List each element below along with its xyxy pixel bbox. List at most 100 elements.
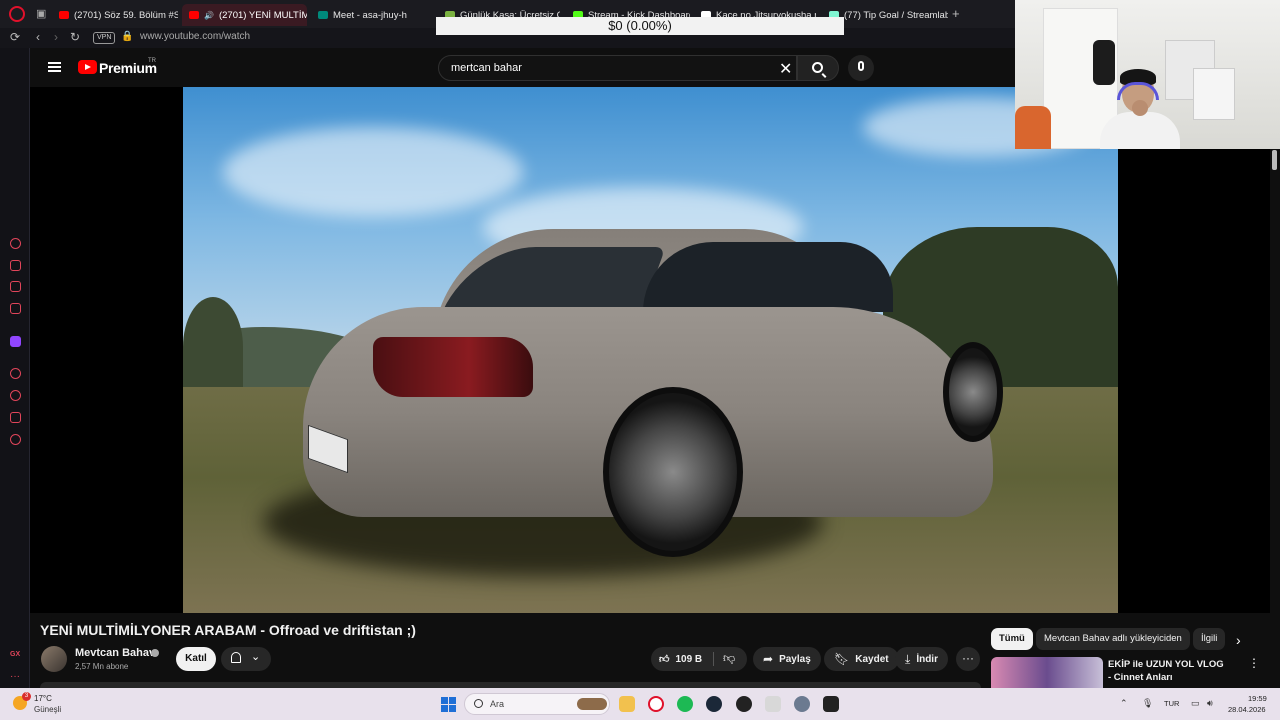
chevron-right-icon[interactable]: › xyxy=(1236,632,1241,648)
download-icon: ⤓ xyxy=(905,651,911,666)
recommendation-menu-icon[interactable]: ⋮ xyxy=(1248,656,1260,670)
bag-icon[interactable] xyxy=(10,260,21,271)
avatar[interactable] xyxy=(41,646,67,672)
clock-date[interactable]: 28.04.2026 xyxy=(1228,705,1266,714)
chip-related[interactable]: İlgili xyxy=(1193,628,1225,650)
display-icon[interactable]: ▭ xyxy=(1191,698,1200,709)
extensions-icon[interactable] xyxy=(10,412,21,423)
save-button[interactable]: 🔖︎ Kaydet xyxy=(824,647,899,671)
start-tile xyxy=(441,697,448,704)
new-tab-icon[interactable]: + xyxy=(952,6,960,21)
video-cloud xyxy=(223,127,523,217)
language-indicator[interactable]: TUR xyxy=(1164,699,1179,708)
region-code: TR xyxy=(148,58,156,64)
page-scrollbar[interactable] xyxy=(1272,150,1277,170)
download-button[interactable]: ⤓ İndir xyxy=(895,647,948,671)
tab-label: (2701) Söz 59. Bölüm #Sar xyxy=(74,9,178,21)
clock-time[interactable]: 19:59 xyxy=(1248,694,1267,703)
taskbar-search[interactable]: Ara xyxy=(464,693,610,715)
start-tile xyxy=(449,705,456,712)
settings-icon[interactable] xyxy=(10,434,21,445)
like-dislike-group: 👍︎ 109 B 👎︎ xyxy=(651,647,747,671)
weather-condition[interactable]: Güneşli xyxy=(34,705,61,714)
recommendation-thumbnail[interactable] xyxy=(991,657,1103,688)
clear-search-icon[interactable]: ✕ xyxy=(779,59,792,79)
tab-meet[interactable]: Meet - asa-jhuy-h xyxy=(311,4,433,26)
opera-sidebar: GX ··· xyxy=(0,48,30,688)
history-icon[interactable] xyxy=(10,390,21,401)
recommendation-title[interactable]: EKİP ile UZUN YOL VLOG - Cinnet Anları xyxy=(1108,658,1226,684)
more-actions-button[interactable]: ··· xyxy=(956,647,980,671)
snipping-tool-icon[interactable] xyxy=(765,696,781,712)
speed-dial-icon[interactable] xyxy=(10,238,21,249)
search-button[interactable] xyxy=(797,55,839,81)
file-explorer-icon[interactable] xyxy=(619,696,635,712)
tab-active-video[interactable]: 🔊 (2701) YENİ MULTİMİ xyxy=(182,4,307,26)
tab-islands-icon[interactable]: ▣ xyxy=(36,7,50,21)
menu-icon[interactable] xyxy=(48,62,61,72)
search-query[interactable]: mertcan bahar xyxy=(451,62,522,74)
tray-chevron-up-icon[interactable]: ⌃ xyxy=(1120,698,1128,709)
url-field[interactable]: www.youtube.com/watch xyxy=(140,31,250,42)
microphone-icon xyxy=(858,61,864,71)
sidebar-more-icon[interactable]: ··· xyxy=(10,671,20,682)
car-front-wheel xyxy=(943,342,1003,442)
bell-icon xyxy=(231,652,241,663)
voice-search-button[interactable] xyxy=(848,55,874,81)
chip-uploader[interactable]: Mevtcan Bahav adlı yükleyiciden xyxy=(1036,628,1190,650)
dislike-button[interactable]: 👎︎ xyxy=(723,651,735,666)
search-icon xyxy=(474,699,483,708)
windows-start-icon[interactable] xyxy=(441,697,456,712)
youtube-favicon-icon xyxy=(59,11,69,19)
lock-icon[interactable]: 🔒 xyxy=(121,31,133,42)
join-button[interactable]: Katıl xyxy=(176,647,216,671)
volume-icon[interactable]: 🔊︎ xyxy=(1207,698,1213,709)
share-button[interactable]: ➦ Paylaş xyxy=(753,647,821,671)
chip-all[interactable]: Tümü xyxy=(991,628,1033,650)
vpn-badge[interactable]: VPN xyxy=(93,32,116,44)
back-icon[interactable]: ‹ xyxy=(36,30,40,44)
video-player[interactable] xyxy=(30,87,1270,613)
sync-icon[interactable]: ⟳ xyxy=(10,30,20,44)
epic-games-icon[interactable] xyxy=(823,696,839,712)
webcam-cabinet xyxy=(1193,68,1235,120)
twitch-icon[interactable] xyxy=(10,336,21,347)
tab-label: Meet - asa-jhuy-h xyxy=(333,9,407,21)
share-icon: ➦ xyxy=(763,652,774,666)
temperature[interactable]: 17°C xyxy=(34,694,52,703)
gx-control-label[interactable]: GX xyxy=(10,651,20,658)
settings-gear-icon[interactable] xyxy=(794,696,810,712)
youtube-logo-icon[interactable] xyxy=(78,60,97,74)
webcam-overlay xyxy=(1015,0,1280,149)
tab-label: (77) Tip Goal / Streamlabs xyxy=(844,9,948,21)
search-input[interactable]: mertcan bahar ✕ xyxy=(438,55,797,81)
spotify-icon[interactable] xyxy=(677,696,693,712)
player-icon[interactable] xyxy=(10,368,21,379)
opera-logo-icon[interactable] xyxy=(9,6,25,22)
microphone-tray-icon[interactable]: 🎙︎ xyxy=(1142,698,1153,709)
like-button[interactable]: 👍︎ 109 B xyxy=(659,647,702,671)
meet-favicon-icon xyxy=(318,11,328,19)
messenger-icon[interactable] xyxy=(10,303,21,314)
audio-playing-icon: 🔊 xyxy=(204,10,214,20)
forward-icon[interactable]: › xyxy=(54,30,58,44)
video-trees xyxy=(183,297,243,397)
news-icon[interactable] xyxy=(10,281,21,292)
webcam-hand xyxy=(1132,100,1148,116)
steam-icon[interactable] xyxy=(706,696,722,712)
webcam-chair xyxy=(1015,106,1051,149)
webcam-person xyxy=(1100,69,1180,149)
video-frame[interactable] xyxy=(183,87,1118,613)
reload-icon[interactable]: ↻ xyxy=(70,30,80,44)
opera-gx-icon[interactable] xyxy=(648,696,664,712)
start-tile xyxy=(449,697,456,704)
notification-button[interactable]: ⌄ xyxy=(221,647,271,671)
channel-name[interactable]: Mevtcan Bahav xyxy=(75,647,155,659)
chevron-down-icon: ⌄ xyxy=(251,651,261,663)
thumbs-up-icon: 👍︎ xyxy=(659,654,670,665)
tab-label: (2701) YENİ MULTİMİ xyxy=(218,9,307,21)
car-rear-wheel xyxy=(603,387,743,557)
subscriber-count: 2,57 Mn abone xyxy=(75,662,129,671)
tab-soz[interactable]: (2701) Söz 59. Bölüm #Sar xyxy=(52,4,178,26)
obs-icon[interactable] xyxy=(736,696,752,712)
